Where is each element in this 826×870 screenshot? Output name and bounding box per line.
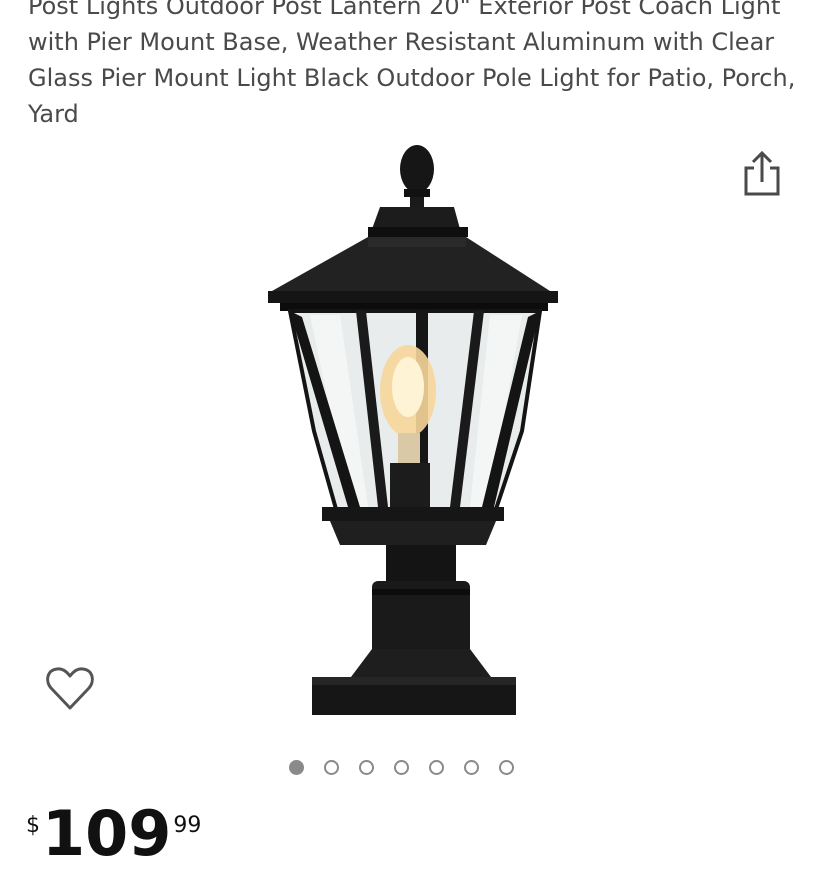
- share-icon: [744, 150, 780, 196]
- image-pagination: [289, 760, 514, 775]
- share-button[interactable]: [740, 150, 784, 200]
- pagination-dot-3[interactable]: [359, 760, 374, 775]
- product-image: [268, 145, 558, 715]
- pagination-dot-4[interactable]: [394, 760, 409, 775]
- wishlist-button[interactable]: [44, 662, 96, 714]
- product-title: Post Lights Outdoor Post Lantern 20" Ext…: [28, 0, 796, 128]
- pagination-dot-2[interactable]: [324, 760, 339, 775]
- pagination-dot-6[interactable]: [464, 760, 479, 775]
- pagination-dot-5[interactable]: [429, 760, 444, 775]
- price-whole: 109: [42, 797, 172, 870]
- heart-icon: [46, 667, 94, 710]
- price: $10999: [26, 803, 201, 865]
- pagination-dot-1[interactable]: [289, 760, 304, 775]
- product-image-carousel[interactable]: [0, 135, 826, 735]
- pagination-dot-7[interactable]: [499, 760, 514, 775]
